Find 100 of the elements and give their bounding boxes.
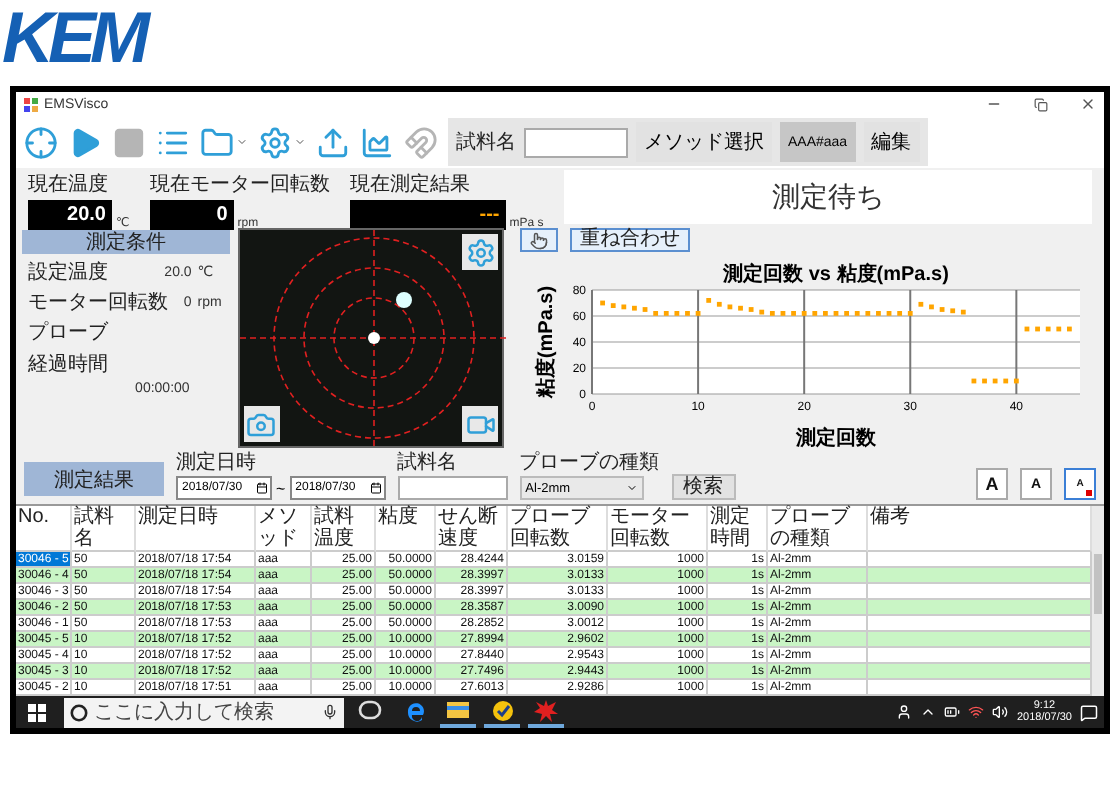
method-select-button[interactable]: メソッド選択 xyxy=(636,122,772,162)
calendar-icon xyxy=(369,482,382,494)
settings-icon xyxy=(465,237,495,267)
logo: KEM xyxy=(2,0,144,76)
data-point xyxy=(992,377,998,383)
close-icon[interactable] xyxy=(1080,96,1096,112)
camera-icon xyxy=(246,409,277,439)
caret-icon xyxy=(236,136,248,148)
date-separator: ~ xyxy=(276,479,286,497)
readout-display: 20.0 xyxy=(28,200,112,230)
data-point xyxy=(621,303,627,309)
data-point xyxy=(929,303,934,309)
data-point xyxy=(971,377,977,383)
sample-field[interactable] xyxy=(397,476,508,500)
data-point xyxy=(833,310,839,316)
taskbar-search-field[interactable]: ここに入力して検索 xyxy=(64,697,344,727)
restore-icon[interactable] xyxy=(1034,97,1048,111)
search-button[interactable]: 検索 xyxy=(671,474,736,500)
data-point xyxy=(642,306,648,312)
data-point xyxy=(632,305,637,310)
data-point xyxy=(854,310,860,316)
stop-icon xyxy=(112,125,146,159)
data-point xyxy=(674,310,680,316)
toolbar-button[interactable] xyxy=(360,125,394,159)
data-point xyxy=(1035,325,1040,331)
data-point xyxy=(1056,325,1062,331)
data-point xyxy=(706,297,712,303)
data-point xyxy=(610,302,616,308)
font-size-button[interactable]: A xyxy=(976,468,1008,500)
toolbar-button[interactable] xyxy=(24,125,58,159)
battery-icon[interactable] xyxy=(944,704,961,720)
folder-icon xyxy=(200,125,234,159)
data-point xyxy=(982,377,987,383)
readout-label: 現在測定結果 xyxy=(349,171,472,198)
upload-icon xyxy=(316,125,350,159)
results-button[interactable]: 測定結果 xyxy=(24,462,164,496)
data-point xyxy=(600,299,605,305)
readout-display: 0 xyxy=(149,200,234,230)
toolbar-button[interactable] xyxy=(258,125,306,159)
data-point xyxy=(791,310,796,316)
data-point xyxy=(716,301,722,306)
sample-label: 試料名 xyxy=(456,129,516,156)
pointer-button[interactable] xyxy=(520,228,558,252)
condition-label: 経過時間 xyxy=(28,351,110,378)
chart-title: 測定回数 vs 粘度(mPa.s) xyxy=(723,263,949,286)
overlay-button[interactable]: 重ね合わせ xyxy=(570,228,690,252)
data-point xyxy=(685,310,690,316)
chevron-down-icon xyxy=(625,482,638,494)
data-point xyxy=(801,310,807,316)
edit-button[interactable]: 編集 xyxy=(863,122,920,162)
caret-icon xyxy=(294,136,306,148)
hand-pointer-icon xyxy=(530,231,548,249)
notification-icon[interactable] xyxy=(1080,703,1098,721)
magnet-icon xyxy=(404,125,438,159)
y-axis-title: 粘度(mPa.s) xyxy=(536,285,558,398)
windows-logo-icon xyxy=(27,703,45,721)
data-point xyxy=(769,310,775,316)
speaker-icon[interactable] xyxy=(992,704,1009,720)
play-icon xyxy=(68,125,102,159)
toolbar-button[interactable] xyxy=(68,125,102,159)
chevron-up-icon[interactable] xyxy=(920,704,937,720)
condition-label: 設定温度 xyxy=(28,259,108,286)
data-point xyxy=(780,310,786,316)
data-point xyxy=(1003,377,1009,383)
microphone-icon xyxy=(322,704,338,720)
taskbar-app-button[interactable] xyxy=(440,696,476,728)
toolbar-button[interactable] xyxy=(200,125,248,159)
edge-browser-icon xyxy=(403,699,425,721)
sample-field[interactable] xyxy=(524,127,628,157)
data-point xyxy=(918,301,924,306)
condition-label: モーター回転数 xyxy=(28,290,168,316)
data-point xyxy=(886,310,892,316)
task-view-icon xyxy=(358,700,382,720)
data-point xyxy=(727,303,733,309)
people-icon[interactable] xyxy=(896,704,913,720)
data-point xyxy=(738,305,743,310)
data-point xyxy=(1067,325,1072,331)
taskbar-app-button[interactable] xyxy=(484,696,520,728)
circle-icon xyxy=(70,703,88,721)
toolbar-button[interactable] xyxy=(316,125,350,159)
data-point xyxy=(876,310,881,316)
readout-label: 現在温度 xyxy=(28,171,110,198)
data-point xyxy=(950,307,956,313)
camera-button[interactable] xyxy=(243,406,280,442)
data-point xyxy=(865,310,871,316)
data-point xyxy=(907,310,913,316)
readout-display: --- xyxy=(349,200,506,230)
x-axis-title: 測定回数 xyxy=(796,427,876,450)
readout-label: 現在モーター回転数 xyxy=(149,172,330,198)
data-point xyxy=(823,310,828,316)
date-label: 測定日時 xyxy=(176,449,258,476)
area-chart-icon xyxy=(360,125,394,159)
data-point xyxy=(960,309,966,314)
splat-icon xyxy=(534,699,558,721)
folder-icon xyxy=(446,700,470,720)
taskbar-app-button[interactable] xyxy=(528,696,564,728)
network-icon[interactable] xyxy=(968,704,985,720)
app-icon xyxy=(24,97,38,111)
data-point xyxy=(1045,325,1051,331)
data-point xyxy=(1024,325,1030,331)
